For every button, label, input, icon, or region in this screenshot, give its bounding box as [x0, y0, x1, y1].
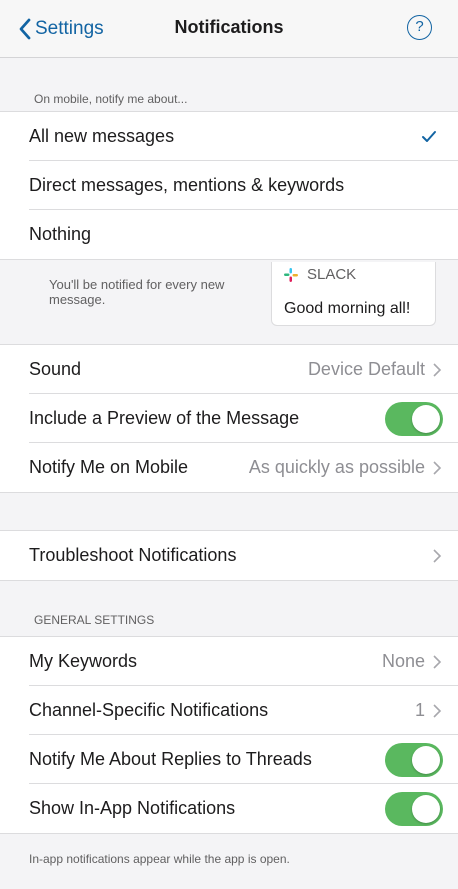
navigation-bar: Settings Notifications ?	[0, 0, 458, 58]
troubleshoot-label: Troubleshoot Notifications	[29, 545, 237, 565]
help-icon[interactable]: ?	[407, 15, 432, 40]
notification-preview-card: SLACK Good morning all!	[271, 262, 436, 326]
chevron-right-icon	[433, 703, 442, 718]
troubleshoot-group: Troubleshoot Notifications	[0, 530, 458, 581]
mobile-section-header: On mobile, notify me about...	[34, 92, 188, 106]
chevron-right-icon	[433, 460, 442, 475]
general-settings-group: My Keywords None Channel-Specific Notifi…	[0, 636, 458, 834]
troubleshoot-row[interactable]: Troubleshoot Notifications	[0, 531, 458, 580]
mobile-options-group: All new messages Direct messages, mentio…	[0, 111, 458, 260]
page-title: Notifications	[174, 17, 284, 37]
slack-logo-icon	[284, 267, 298, 282]
channel-specific-row[interactable]: Channel-Specific Notifications 1	[0, 686, 458, 735]
replies-threads-row: Notify Me About Replies to Threads	[0, 735, 458, 784]
chevron-right-icon	[433, 362, 442, 377]
preview-app-name: SLACK	[307, 266, 357, 283]
option-all-new-messages[interactable]: All new messages	[0, 112, 458, 161]
include-preview-toggle[interactable]	[385, 401, 443, 436]
option-label: Direct messages, mentions & keywords	[29, 175, 345, 195]
option-label: All new messages	[29, 126, 175, 146]
option-label: Nothing	[29, 224, 92, 244]
notify-mobile-label: Notify Me on Mobile	[29, 457, 189, 477]
chevron-right-icon	[433, 654, 442, 669]
include-preview-label: Include a Preview of the Message	[29, 408, 300, 428]
notify-mobile-row[interactable]: Notify Me on Mobile As quickly as possib…	[0, 443, 458, 492]
in-app-notifications-label: Show In-App Notifications	[29, 798, 236, 818]
option-nothing[interactable]: Nothing	[0, 210, 458, 259]
include-preview-row: Include a Preview of the Message	[0, 394, 458, 443]
my-keywords-row[interactable]: My Keywords None	[0, 637, 458, 686]
sound-settings-group: Sound Device Default Include a Preview o…	[0, 344, 458, 493]
footer-note: In-app notifications appear while the ap…	[29, 852, 290, 866]
in-app-notifications-toggle[interactable]	[385, 791, 443, 826]
toggle-knob	[412, 794, 440, 823]
preview-app: SLACK	[284, 266, 356, 283]
notify-mobile-value: As quickly as possible	[248, 457, 425, 477]
toggle-knob	[412, 404, 440, 433]
preview-description: You'll be notified for every new message…	[49, 277, 225, 307]
channel-specific-label: Channel-Specific Notifications	[29, 700, 269, 720]
preview-message: Good morning all!	[284, 300, 411, 317]
my-keywords-label: My Keywords	[29, 651, 138, 671]
replies-threads-label: Notify Me About Replies to Threads	[29, 749, 312, 769]
replies-threads-toggle[interactable]	[385, 742, 443, 777]
sound-value: Device Default	[307, 359, 425, 379]
option-direct-mentions-keywords[interactable]: Direct messages, mentions & keywords	[0, 161, 458, 210]
in-app-notifications-row: Show In-App Notifications	[0, 784, 458, 833]
general-settings-header: GENERAL SETTINGS	[34, 613, 155, 627]
checkmark-icon	[422, 131, 436, 142]
chevron-right-icon	[433, 548, 442, 563]
my-keywords-value: None	[381, 651, 425, 671]
sound-row[interactable]: Sound Device Default	[0, 345, 458, 394]
channel-specific-value: 1	[414, 700, 425, 720]
sound-label: Sound	[29, 359, 82, 379]
toggle-knob	[412, 745, 440, 774]
